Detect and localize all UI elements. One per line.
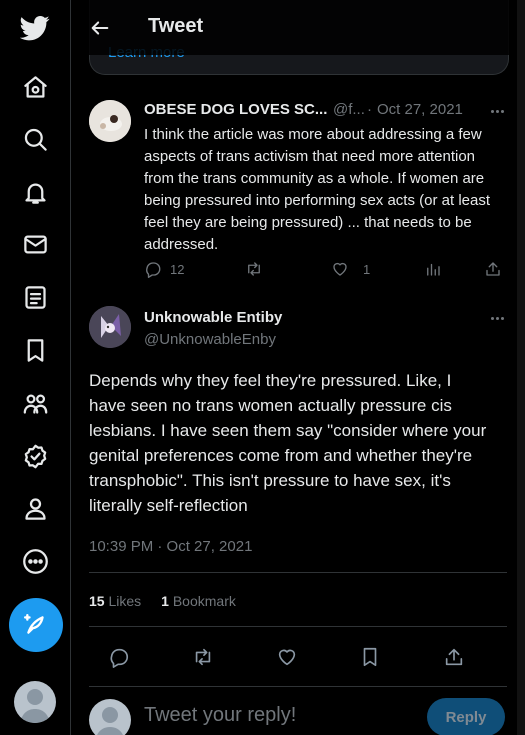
back-arrow-icon — [91, 21, 109, 35]
bookmarks-label: Bookmark — [172, 593, 236, 609]
verified-icon[interactable] — [10, 431, 60, 481]
tweet-date[interactable]: Oct 27, 2021 — [377, 101, 463, 118]
tweet-actions — [89, 644, 507, 670]
like-count: 1 — [363, 261, 371, 277]
tweet-text: Depends why they feel they're pressured.… — [89, 371, 487, 515]
reply-button[interactable] — [106, 644, 132, 670]
analytics-action[interactable] — [424, 260, 442, 278]
reply-composer: Reply — [71, 696, 517, 735]
divider — [89, 572, 507, 573]
back-button[interactable] — [85, 13, 115, 43]
tweet-stats: 15 Likes 1 Bookmark — [89, 593, 236, 609]
like-button[interactable] — [274, 644, 300, 670]
twitter-logo-icon[interactable] — [10, 3, 60, 53]
scrollbar[interactable] — [517, 0, 525, 735]
bookmark-button[interactable] — [357, 644, 383, 670]
heart-icon — [333, 262, 347, 276]
likes-count: 15 — [89, 593, 105, 609]
communities-icon[interactable] — [10, 378, 60, 428]
avatar — [89, 699, 131, 735]
profile-icon[interactable] — [10, 483, 60, 533]
notifications-icon[interactable] — [10, 167, 60, 217]
reply-icon — [110, 648, 129, 668]
divider — [89, 686, 507, 687]
page-title: Tweet — [148, 15, 204, 37]
share-icon — [486, 262, 500, 276]
bookmarks-count: 1 — [161, 593, 169, 609]
share-button[interactable] — [441, 644, 467, 670]
retweet-icon — [248, 262, 260, 276]
compose-tweet-icon — [23, 614, 44, 634]
divider — [89, 626, 507, 627]
bookmarks-icon[interactable] — [10, 325, 60, 375]
heart-icon — [278, 649, 296, 666]
nav-rail — [0, 0, 70, 735]
more-options-icon[interactable] — [487, 101, 507, 121]
likes-label: Likes — [108, 593, 142, 609]
tweet-timestamp[interactable]: 10:39 PM · Oct 27, 2021 — [89, 538, 252, 555]
main-column: Learn more Tweet OBESE DOG LOVES SC... @… — [71, 0, 525, 735]
retweet-action[interactable] — [245, 260, 263, 278]
page-header: Tweet — [71, 0, 517, 55]
bookmarks-stat[interactable]: 1 Bookmark — [161, 593, 236, 609]
share-action[interactable] — [484, 260, 502, 278]
tweet-text: I think the article was more about addre… — [144, 126, 491, 253]
avatar[interactable] — [89, 100, 131, 142]
separator: · — [367, 101, 372, 118]
avatar[interactable] — [89, 306, 131, 348]
lists-icon[interactable] — [10, 272, 60, 322]
retweet-button[interactable] — [190, 644, 216, 670]
reply-input[interactable] — [144, 704, 404, 727]
bookmark-icon — [363, 647, 377, 667]
reply-action[interactable]: 12 — [144, 260, 184, 278]
author-handle[interactable]: @UnknowableEnby — [144, 331, 276, 348]
tweet-actions: 12 1 — [144, 260, 504, 282]
explore-icon[interactable] — [10, 114, 60, 164]
messages-icon[interactable] — [10, 219, 60, 269]
home-icon[interactable] — [10, 62, 60, 112]
analytics-icon — [427, 263, 440, 276]
more-options-icon[interactable] — [487, 308, 507, 328]
author-name[interactable]: Unknowable Entiby — [144, 309, 282, 326]
author-handle[interactable]: @f... — [333, 101, 365, 118]
more-icon[interactable] — [10, 536, 60, 586]
likes-stat[interactable]: 15 Likes — [89, 593, 141, 609]
parent-tweet[interactable]: OBESE DOG LOVES SC... @f... · Oct 27, 20… — [71, 88, 517, 288]
reply-button[interactable]: Reply — [427, 698, 505, 735]
author-name[interactable]: OBESE DOG LOVES SC... — [144, 101, 327, 118]
like-action[interactable]: 1 — [331, 260, 370, 278]
reply-count: 12 — [170, 261, 185, 277]
retweet-icon — [195, 648, 211, 666]
compose-tweet-button[interactable] — [9, 598, 63, 652]
account-avatar[interactable] — [14, 681, 56, 723]
reply-icon — [146, 262, 161, 278]
share-icon — [445, 648, 463, 666]
